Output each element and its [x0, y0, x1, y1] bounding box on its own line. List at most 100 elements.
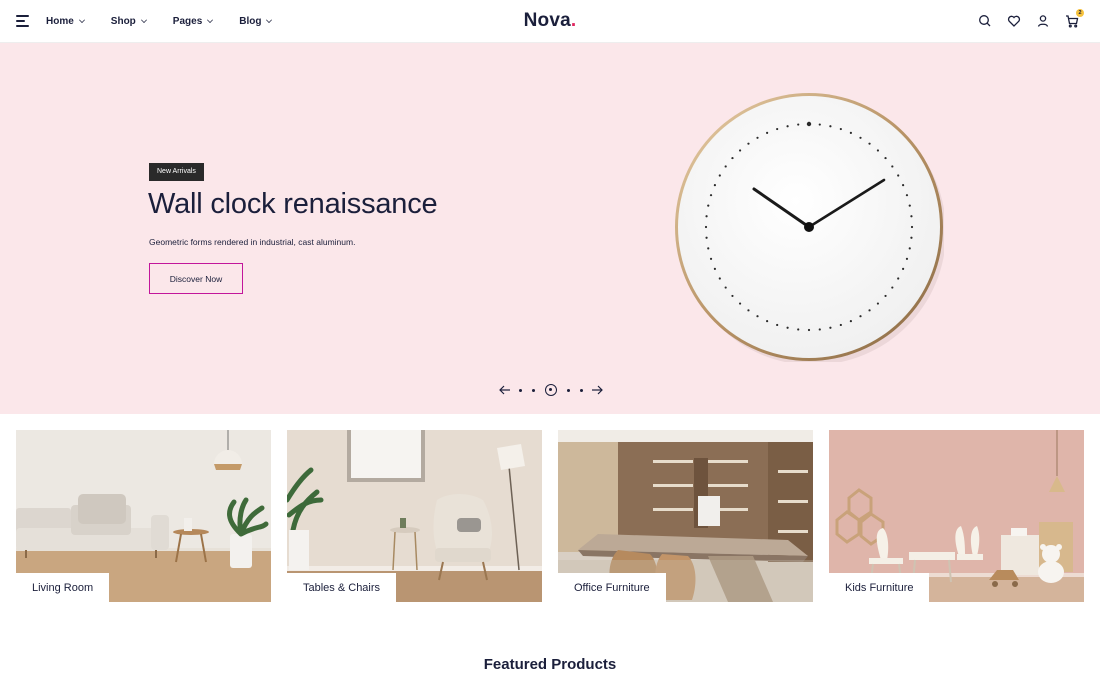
- main-nav: Home Shop Pages Blog: [46, 0, 298, 43]
- logo-text: Nova: [523, 10, 571, 31]
- user-icon[interactable]: [1035, 13, 1051, 29]
- category-card-office-furniture[interactable]: Office Furniture: [558, 430, 813, 602]
- clock-tick: [718, 174, 721, 177]
- clock-tick: [910, 236, 913, 239]
- nav-item-pages[interactable]: Pages: [172, 16, 214, 27]
- header-actions: 2: [964, 9, 1084, 29]
- clock-tick: [709, 257, 713, 260]
- nav-item-shop[interactable]: Shop: [111, 16, 147, 27]
- clock-tick: [756, 136, 759, 139]
- clock-tick: [908, 204, 911, 207]
- clock-tick: [859, 315, 862, 318]
- slider-dot-active[interactable]: [545, 384, 557, 396]
- arrow-right-icon[interactable]: [590, 383, 604, 397]
- chevron-down-icon: [207, 17, 214, 23]
- clock-tick: [731, 156, 734, 160]
- clock-tick: [849, 320, 852, 323]
- clock-tick: [876, 302, 880, 305]
- hero-slider: New Arrivals Wall clock renaissance Geom…: [0, 43, 1100, 414]
- cart-icon[interactable]: 2: [1064, 9, 1084, 29]
- hero-title: Wall clock renaissance: [148, 188, 438, 220]
- clock-tick: [756, 315, 759, 318]
- category-label: Kids Furniture: [829, 573, 930, 602]
- clock-tick: [797, 123, 800, 126]
- clock-tick: [897, 277, 900, 280]
- category-label: Office Furniture: [558, 573, 666, 602]
- clock-tick: [902, 184, 905, 187]
- nav-label: Shop: [110, 16, 136, 27]
- category-label: Living Room: [16, 573, 110, 602]
- chevron-down-icon: [78, 17, 85, 23]
- clock-tick: [859, 136, 862, 139]
- slider-dot[interactable]: [532, 388, 535, 392]
- search-icon[interactable]: [977, 13, 993, 29]
- clock-tick: [905, 257, 909, 260]
- clock-tick: [747, 309, 750, 312]
- clock-tick: [713, 267, 716, 270]
- clock-tick: [747, 142, 750, 145]
- clock-tick: [724, 165, 727, 168]
- new-arrivals-tag: New Arrivals: [149, 163, 204, 181]
- menu-icon[interactable]: [16, 15, 30, 27]
- featured-products-heading: Featured Products: [483, 656, 617, 673]
- clock-tick: [797, 328, 800, 331]
- clock-tick: [839, 127, 842, 131]
- clock-tick: [705, 215, 708, 218]
- clock-tick: [910, 215, 913, 218]
- nav-item-home[interactable]: Home: [46, 16, 85, 27]
- nav-label: Home: [46, 16, 74, 27]
- slider-dot[interactable]: [519, 388, 522, 392]
- site-header: Home Shop Pages Blog Nova. 2: [0, 0, 1100, 43]
- heart-icon[interactable]: [1006, 13, 1022, 29]
- category-card-kids-furniture[interactable]: Kids Furniture: [829, 430, 1084, 602]
- clock-tick: [829, 326, 832, 329]
- nav-label: Pages: [172, 16, 203, 27]
- clock-tick: [908, 247, 911, 250]
- clock-tick: [829, 125, 832, 128]
- clock-tick: [884, 156, 887, 160]
- slider-dots: [514, 384, 588, 396]
- nav-item-blog[interactable]: Blog: [239, 16, 273, 27]
- clock-tick: [902, 267, 905, 270]
- clock-tick: [884, 294, 887, 298]
- category-label: Tables & Chairs: [287, 573, 397, 602]
- discover-now-button[interactable]: Discover Now: [149, 263, 243, 294]
- clock-tick: [868, 309, 871, 312]
- clock-tick: [713, 184, 716, 187]
- clock-tick: [786, 125, 789, 128]
- clock-tick: [707, 204, 710, 207]
- clock-tick: [786, 326, 789, 329]
- slider-dot[interactable]: [567, 388, 570, 392]
- wall-clock-image: [675, 93, 944, 362]
- clock-tick: [891, 165, 894, 168]
- clock-tick: [806, 121, 812, 127]
- clock-tick: [897, 174, 900, 177]
- clock-tick: [705, 236, 708, 239]
- clock-tick: [709, 194, 713, 197]
- slider-dot[interactable]: [580, 388, 583, 392]
- chevron-down-icon: [140, 17, 147, 23]
- clock-tick: [868, 142, 871, 145]
- nav-label: Blog: [239, 16, 262, 27]
- chevron-down-icon: [266, 17, 273, 23]
- clock-tick: [704, 225, 708, 229]
- clock-tick: [839, 323, 842, 327]
- clock-tick: [776, 323, 779, 327]
- category-card-living-room[interactable]: Living Room: [16, 430, 271, 602]
- clock-tick: [718, 277, 721, 280]
- slider-controls: [498, 382, 604, 398]
- clock-tick: [905, 194, 909, 197]
- clock-tick: [766, 320, 769, 323]
- clock-tick: [731, 294, 734, 298]
- clock-tick: [738, 302, 742, 305]
- clock-tick: [876, 149, 880, 152]
- clock-tick: [738, 149, 742, 152]
- clock-tick: [724, 286, 727, 289]
- logo-dot: .: [570, 10, 577, 31]
- cart-count-badge: 2: [1076, 9, 1084, 17]
- clock-tick: [766, 131, 769, 134]
- category-card-tables-chairs[interactable]: Tables & Chairs: [287, 430, 542, 602]
- clock-tick: [891, 286, 894, 289]
- arrow-left-icon[interactable]: [498, 383, 512, 397]
- clock-tick: [818, 123, 821, 126]
